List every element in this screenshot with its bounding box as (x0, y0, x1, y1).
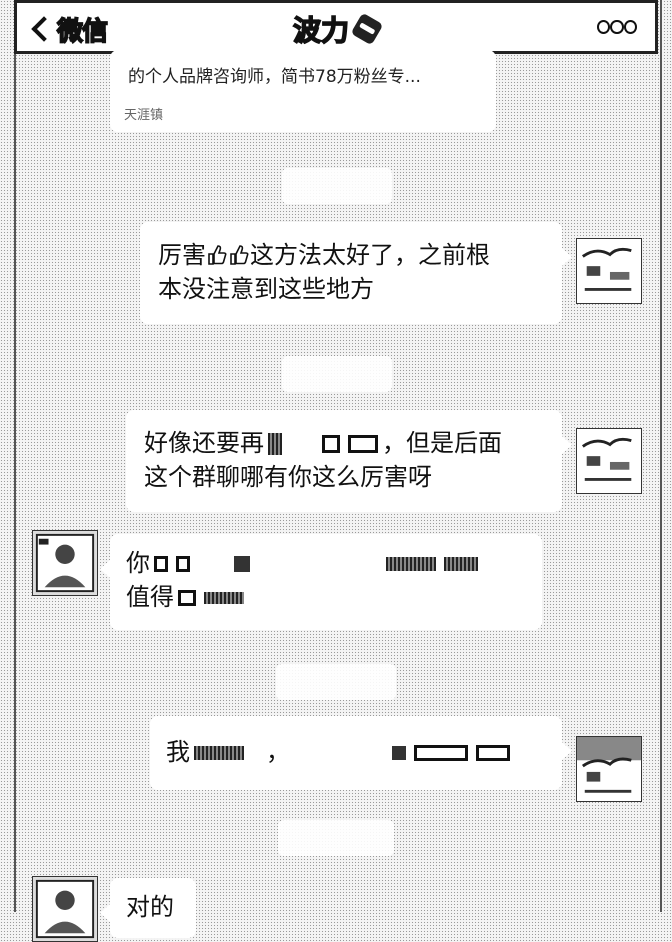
redaction-block (386, 557, 436, 571)
message-bubble[interactable]: 你 值得 (100, 534, 542, 630)
title-badge-icon (350, 12, 384, 46)
message-line: 你 (126, 546, 526, 580)
redaction-block (252, 590, 432, 606)
redaction-block (258, 556, 378, 572)
card-description: 的个人品牌咨询师，简书78万粉丝专... (128, 67, 421, 87)
timestamp (282, 168, 392, 204)
message-text: ， (266, 738, 290, 766)
dot-icon (623, 20, 637, 34)
message-bubble[interactable]: 我， (150, 716, 572, 790)
redaction-block (154, 556, 168, 572)
back-button[interactable]: 微信 (29, 9, 109, 49)
redaction-block (322, 435, 340, 453)
thumbs-up-icon (207, 241, 227, 265)
avatar[interactable] (32, 530, 98, 596)
redaction-block (290, 433, 314, 455)
message-line: 值得 (126, 580, 526, 614)
redaction-block (414, 745, 468, 761)
redaction-block (252, 746, 262, 760)
message-text: 好像还要再 (144, 429, 264, 457)
chevron-left-icon (31, 16, 57, 42)
redaction-block (198, 556, 226, 572)
redaction-block (176, 556, 190, 572)
message-text: 值得 (126, 583, 174, 611)
redaction-block (476, 745, 510, 761)
avatar[interactable] (32, 876, 98, 942)
redaction-block (268, 433, 282, 455)
redaction-block (294, 746, 384, 760)
dot-icon (597, 20, 611, 34)
message-bubble[interactable]: 厉害 这方法太好了，之前根 本没注意到这些地方 (140, 222, 572, 324)
more-options-button[interactable] (597, 17, 637, 37)
message-text: 本没注意到这些地方 (158, 275, 374, 303)
nav-bar: 微信 波力 (14, 0, 658, 54)
message-text: 对的 (126, 893, 174, 921)
redaction-block (234, 556, 250, 572)
redaction-block (194, 746, 244, 760)
thumbs-up-icon (229, 241, 249, 265)
redaction-block (444, 557, 478, 571)
timestamp (276, 664, 396, 700)
chat-title-text: 波力 (292, 13, 350, 48)
message-text: 厉害 (158, 241, 206, 269)
redaction-block (204, 592, 244, 604)
dot-icon (610, 20, 624, 34)
card-source: 天涯镇 (124, 108, 164, 123)
chat-title: 波力 (292, 9, 384, 49)
message-bubble[interactable]: 好像还要再 ，但是后面 这个群聊哪有你这么厉害呀 (126, 410, 572, 512)
message-text: 你 (126, 549, 150, 577)
message-line: 我， (166, 732, 546, 772)
avatar[interactable] (576, 736, 642, 802)
avatar[interactable] (576, 238, 642, 304)
message-text: 这方法太好了，之前根 (250, 241, 490, 269)
avatar[interactable] (576, 428, 642, 494)
redaction-block (392, 746, 406, 760)
message-text: 这个群聊哪有你这么厉害呀 (144, 463, 432, 491)
redaction-block (178, 590, 196, 606)
shared-link-card[interactable]: 的个人品牌咨询师，简书78万粉丝专... 天涯镇 (110, 50, 496, 132)
message-text: 我 (166, 738, 190, 766)
timestamp (278, 820, 394, 856)
message-bubble[interactable]: 对的 (100, 878, 196, 938)
redaction-block (348, 435, 378, 453)
back-label: 微信 (56, 16, 109, 48)
timestamp (282, 356, 392, 392)
message-text: ，但是后面 (382, 429, 502, 457)
